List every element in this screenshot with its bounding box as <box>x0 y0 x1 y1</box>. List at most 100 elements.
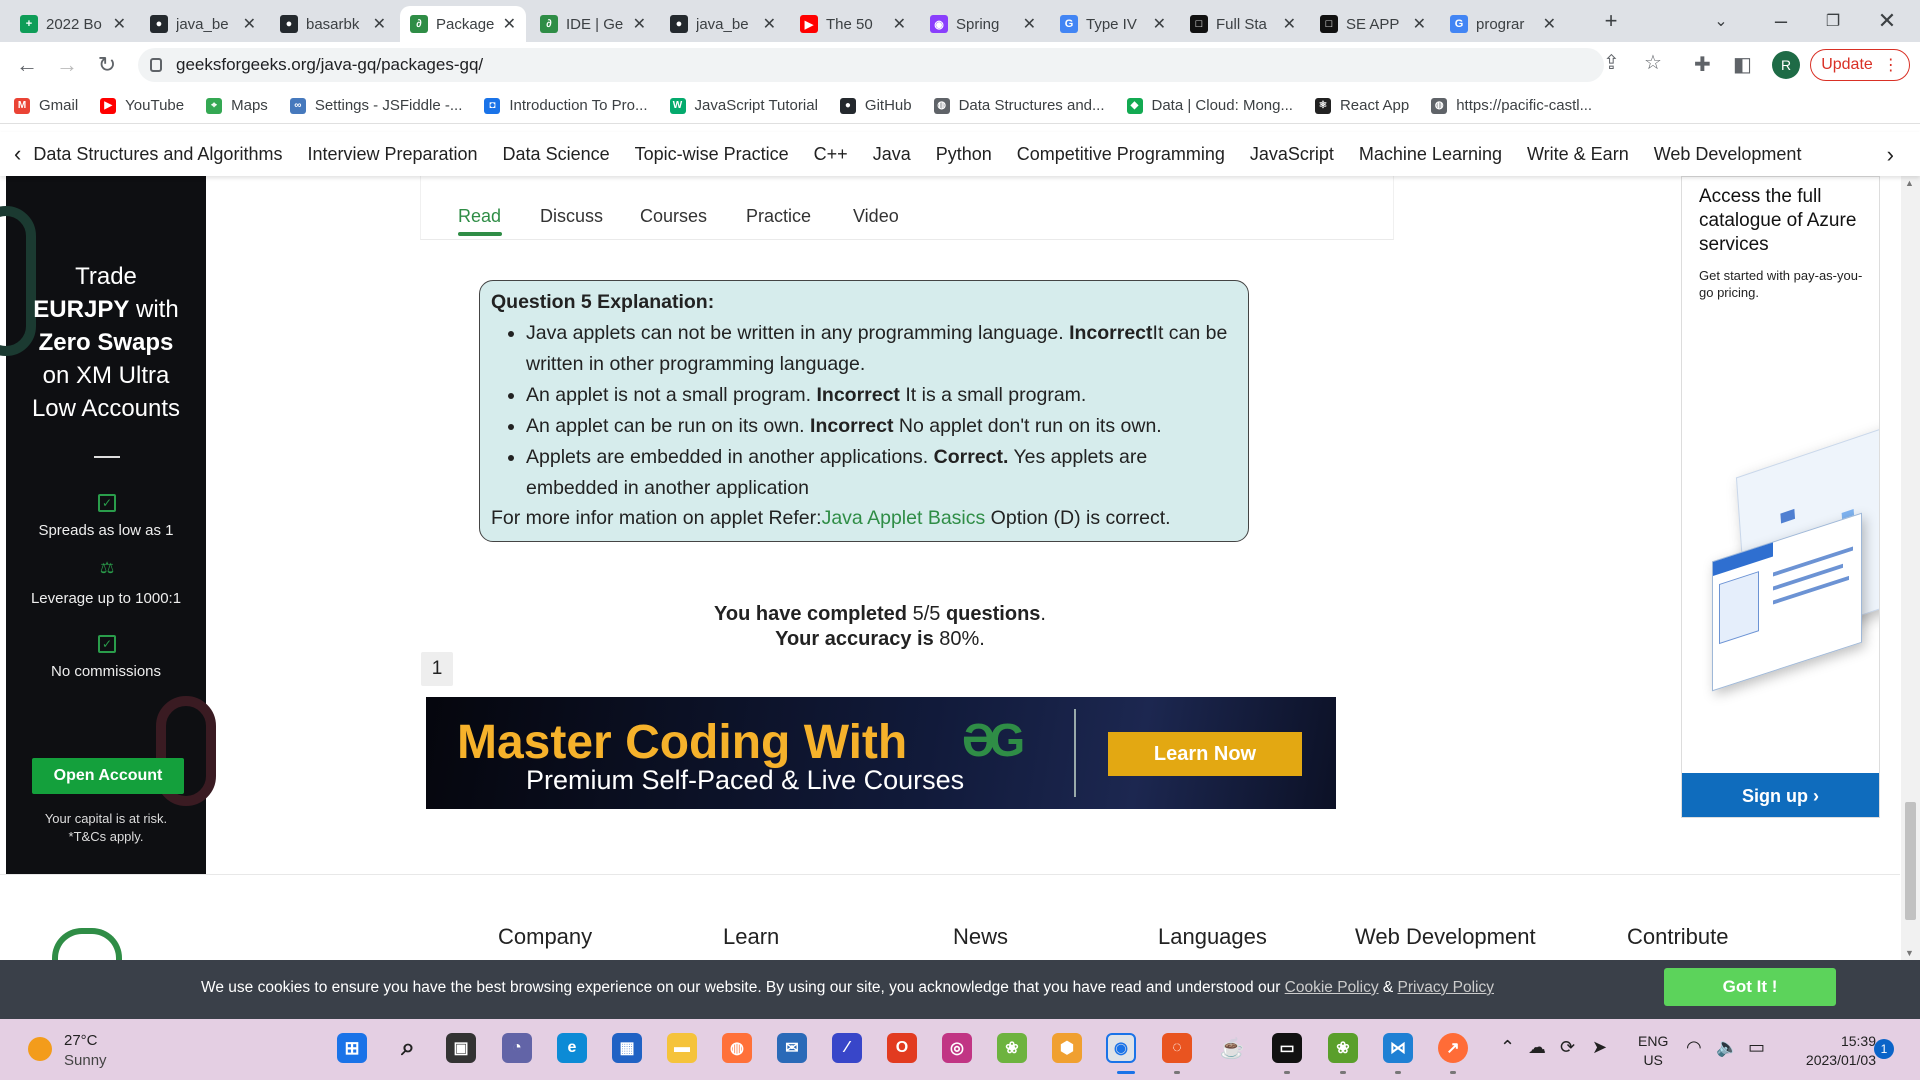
url-text[interactable]: geeksforgeeks.org/java-gq/packages-gq/ <box>176 55 483 75</box>
show-hidden-icons-icon[interactable]: ⌃ <box>1500 1037 1515 1058</box>
bookmark-star-icon[interactable]: ☆ <box>1644 50 1662 75</box>
postman-icon[interactable]: ↗ <box>1438 1033 1468 1063</box>
volume-icon[interactable]: 🔈 <box>1716 1037 1738 1058</box>
nav-scroll-right-icon[interactable]: › <box>1887 142 1894 168</box>
site-nav-item[interactable]: Interview Preparation <box>307 144 477 165</box>
firefox-icon[interactable]: ◍ <box>722 1033 752 1063</box>
forward-icon[interactable]: → <box>52 50 82 80</box>
input-language[interactable]: ENG US <box>1638 1032 1668 1070</box>
close-tab-icon[interactable]: ✕ <box>243 14 256 34</box>
terminal-icon[interactable]: ▭ <box>1272 1033 1302 1063</box>
close-tab-icon[interactable]: ✕ <box>763 14 776 34</box>
restore-icon[interactable]: ❐ <box>1818 6 1848 36</box>
browser-tab[interactable]: +2022 Bo ✕ <box>10 6 136 42</box>
address-bar[interactable]: geeksforgeeks.org/java-gq/packages-gq/ <box>138 48 1604 82</box>
pagination-page[interactable]: 1 <box>421 652 453 686</box>
math-app-icon[interactable]: ∕ <box>832 1033 862 1063</box>
browser-tab[interactable]: □ SE APP ✕ <box>1310 6 1436 42</box>
open-account-button[interactable]: Open Account <box>32 758 184 794</box>
menu-dots-icon[interactable]: ⋮ <box>1883 55 1899 75</box>
browser-tab[interactable]: Gprograr ✕ <box>1440 6 1566 42</box>
close-tab-icon[interactable]: ✕ <box>633 14 646 34</box>
teams-chat-icon[interactable]: ◔ <box>502 1033 532 1063</box>
close-tab-icon[interactable]: ✕ <box>113 14 126 34</box>
site-nav-item[interactable]: Topic-wise Practice <box>635 144 789 165</box>
close-tab-icon[interactable]: ✕ <box>1413 14 1426 34</box>
wifi-icon[interactable]: ◠ <box>1686 1037 1702 1058</box>
scroll-up-icon[interactable]: ▲ <box>1905 178 1914 188</box>
mail-icon[interactable]: ✉ <box>777 1033 807 1063</box>
close-tab-icon[interactable]: ✕ <box>1023 14 1036 34</box>
privacy-policy-link[interactable]: Privacy Policy <box>1398 979 1494 996</box>
browser-tab[interactable]: G Type IV ✕ <box>1050 6 1176 42</box>
tab-practice[interactable]: Practice <box>746 206 811 227</box>
close-window-icon[interactable]: ✕ <box>1872 6 1902 36</box>
instagram-icon[interactable]: ◎ <box>942 1033 972 1063</box>
ubuntu-icon[interactable]: ◌ <box>1162 1033 1192 1063</box>
browser-tab[interactable]: ● basarbk ✕ <box>270 6 396 42</box>
browser-tab[interactable]: ∂ Package ✕ <box>400 6 526 42</box>
bookmark-item[interactable]: ⌖ Maps <box>206 97 268 114</box>
cube-app-icon[interactable]: ⬢ <box>1052 1033 1082 1063</box>
nav-scroll-left-icon[interactable]: ‹ <box>14 141 21 167</box>
office-icon[interactable]: O <box>887 1033 917 1063</box>
search-icon[interactable]: ⌕ <box>393 1033 423 1063</box>
browser-tab[interactable]: ● java_be ✕ <box>140 6 266 42</box>
close-tab-icon[interactable]: ✕ <box>503 14 516 34</box>
onedrive-cloud-icon[interactable]: ☁ <box>1528 1037 1546 1058</box>
sun-weather-icon[interactable] <box>28 1037 52 1061</box>
bookmark-item[interactable]: ◍ https://pacific-castl... <box>1431 97 1592 114</box>
learn-now-button[interactable]: Learn Now <box>1108 732 1302 776</box>
bookmark-item[interactable]: ⚛ React App <box>1314 97 1409 114</box>
site-nav-item[interactable]: Data Structures and Algorithms <box>33 144 282 165</box>
spring-boot-icon[interactable]: ❀ <box>1328 1033 1358 1063</box>
site-nav-item[interactable]: Java <box>873 144 911 165</box>
site-nav-item[interactable]: Machine Learning <box>1359 144 1502 165</box>
tab-discuss[interactable]: Discuss <box>540 206 603 227</box>
tab-read[interactable]: Read <box>458 206 501 227</box>
browser-tab[interactable]: □ Full Sta ✕ <box>1180 6 1306 42</box>
tab-courses[interactable]: Courses <box>640 206 707 227</box>
site-nav-item[interactable]: Data Science <box>503 144 610 165</box>
browser-tab[interactable]: ∂ IDE | Ge ✕ <box>530 6 656 42</box>
location-icon[interactable]: ➤ <box>1592 1037 1607 1058</box>
close-tab-icon[interactable]: ✕ <box>1153 14 1166 34</box>
bookmark-item[interactable]: ▶ YouTube <box>100 97 184 114</box>
task-view-icon[interactable]: ▣ <box>446 1033 476 1063</box>
sync-icon[interactable]: ⟳ <box>1560 1037 1575 1058</box>
page-scrollbar[interactable]: ▲ ▼ <box>1901 176 1920 960</box>
browser-tab[interactable]: ▶ The 50 ✕ <box>790 6 916 42</box>
right-advertisement[interactable]: Access the full catalogue of Azure servi… <box>1681 176 1880 818</box>
store-icon[interactable]: ▦ <box>612 1033 642 1063</box>
browser-tab[interactable]: ● java_be ✕ <box>660 6 786 42</box>
share-icon[interactable]: ⇪ <box>1603 50 1620 75</box>
notification-badge[interactable]: 1 <box>1874 1039 1894 1059</box>
new-tab-button[interactable]: + <box>1596 6 1626 36</box>
scroll-down-icon[interactable]: ▼ <box>1905 948 1914 958</box>
site-nav-item[interactable]: Web Development <box>1654 144 1802 165</box>
system-clock[interactable]: 15:39 2023/01/03 <box>1786 1032 1876 1070</box>
browser-tab[interactable]: ◉ Spring ✕ <box>920 6 1046 42</box>
bookmark-item[interactable]: ◆ Data | Cloud: Mong... <box>1126 97 1293 114</box>
bookmark-item[interactable]: ◘ Introduction To Pro... <box>484 97 648 114</box>
extensions-puzzle-icon[interactable]: ✚ <box>1694 52 1711 77</box>
bookmark-item[interactable]: W JavaScript Tutorial <box>669 97 818 114</box>
chrome-icon[interactable]: ◉ <box>1106 1033 1136 1063</box>
tab-video[interactable]: Video <box>853 206 899 227</box>
java-icon[interactable]: ☕ <box>1217 1033 1247 1063</box>
spring-tools-icon[interactable]: ❀ <box>997 1033 1027 1063</box>
bookmark-item[interactable]: ∞ Settings - JSFiddle -... <box>289 97 462 114</box>
close-tab-icon[interactable]: ✕ <box>1283 14 1296 34</box>
site-nav-item[interactable]: JavaScript <box>1250 144 1334 165</box>
vscode-icon[interactable]: ⋈ <box>1383 1033 1413 1063</box>
bookmark-item[interactable]: M Gmail <box>14 97 78 114</box>
cookie-policy-link[interactable]: Cookie Policy <box>1285 979 1379 996</box>
site-nav-item[interactable]: Write & Earn <box>1527 144 1629 165</box>
minimize-icon[interactable]: – <box>1766 6 1796 36</box>
sign-up-button[interactable]: Sign up › <box>1682 773 1879 817</box>
got-it-button[interactable]: Got It ! <box>1664 968 1836 1006</box>
scroll-thumb[interactable] <box>1905 802 1916 920</box>
update-button[interactable]: Update ⋮ <box>1810 49 1910 81</box>
left-advertisement[interactable]: Trade EURJPY with Zero Swaps on XM Ultra… <box>0 176 216 874</box>
file-explorer-icon[interactable]: ▬ <box>667 1033 697 1063</box>
